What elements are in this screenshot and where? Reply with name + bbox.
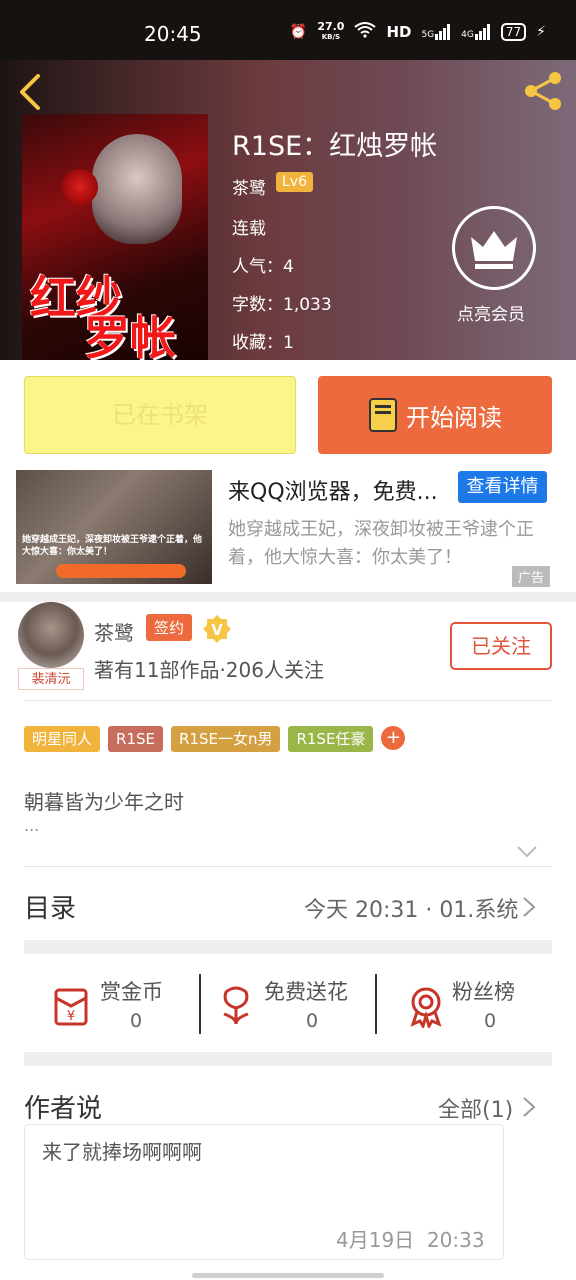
net-speed: 27.0 KB/S xyxy=(317,20,345,41)
ad-image-caption: 她穿越成王妃，深夜卸妆被王爷逮个正着，他大惊大喜：你太美了！ xyxy=(22,535,203,557)
signal-4g-icon: 4G xyxy=(461,24,491,40)
book-favorites: 收藏：1 xyxy=(232,333,294,353)
level-badge: Lv6 xyxy=(276,172,313,192)
home-indicator[interactable] xyxy=(192,1273,384,1278)
book-word-count: 字数：1,033 xyxy=(232,295,332,315)
signed-badge: 签约 xyxy=(146,614,193,641)
charging-icon: ⚡ xyxy=(536,24,546,40)
ad-title[interactable]: 来QQ浏览器，免费... xyxy=(228,474,438,506)
book-title: R1SE：红烛罗帐 xyxy=(232,131,438,162)
section-divider xyxy=(24,1052,552,1066)
book-author[interactable]: 茶鹭 xyxy=(232,174,266,199)
stat-value: 0 xyxy=(484,1010,497,1032)
section-divider xyxy=(24,940,552,954)
cover-title-2: 罗帐 xyxy=(84,311,176,360)
author-comment-text: 来了就捧场啊啊啊 xyxy=(42,1140,202,1164)
book-intro: 朝暮皆为少年之时 xyxy=(24,790,184,814)
start-reading-label: 开始阅读 xyxy=(406,403,502,432)
back-icon[interactable] xyxy=(16,72,44,116)
stat-divider xyxy=(375,974,377,1034)
alarm-icon: ⏰ xyxy=(289,24,308,40)
ad-details-button[interactable]: 查看详情 xyxy=(458,471,547,503)
chevron-right-icon[interactable] xyxy=(522,1096,536,1122)
svg-text:¥: ¥ xyxy=(67,1009,75,1024)
medal-icon xyxy=(410,987,442,1028)
svg-text:V: V xyxy=(211,621,223,639)
catalog-latest-chapter[interactable]: 今天 20:31 · 01.系统 xyxy=(304,892,518,924)
vip-button[interactable] xyxy=(452,206,536,290)
book-cover[interactable]: 红纱 罗帐 xyxy=(22,114,208,360)
author-says-title: 作者说 xyxy=(24,1094,103,1124)
status-icons: ⏰ 27.0 KB/S HD 5G 4G 77 ⚡ xyxy=(289,20,546,42)
start-reading-button[interactable]: 开始阅读 xyxy=(318,376,552,454)
stat-label: 免费送花 xyxy=(264,980,348,1004)
tag-item[interactable]: R1SE一女n男 xyxy=(170,726,281,752)
stat-divider xyxy=(199,974,201,1034)
verified-badge-icon: V xyxy=(202,614,232,644)
chevron-right-icon[interactable] xyxy=(522,896,536,922)
in-shelf-button[interactable]: 已在书架 xyxy=(24,376,296,454)
author-comment-time: 4月19日 20:33 xyxy=(336,1228,485,1252)
book-status: 连载 xyxy=(232,219,266,239)
book-popularity: 人气：4 xyxy=(232,257,294,277)
crown-icon xyxy=(471,231,517,269)
hd-indicator: HD xyxy=(386,23,412,41)
ad-label: 广告 xyxy=(512,566,551,587)
cover-portrait xyxy=(92,134,182,244)
avatar-tag: 裴清沅 xyxy=(18,668,84,690)
tag-item[interactable]: R1SE xyxy=(108,726,163,752)
stat-label: 粉丝榜 xyxy=(452,980,515,1004)
divider xyxy=(24,866,552,867)
chevron-down-icon[interactable] xyxy=(516,844,538,863)
wifi-icon xyxy=(354,22,377,42)
battery-icon: 77 xyxy=(500,23,527,41)
intro-ellipsis: ... xyxy=(24,816,40,835)
ad-image-strip xyxy=(56,564,186,578)
author-works: 著有11部作品·206人关注 xyxy=(94,658,324,682)
tag-item[interactable]: 明星同人 xyxy=(24,726,101,752)
stat-value: 0 xyxy=(130,1010,143,1032)
red-envelope-icon: ¥ xyxy=(54,988,88,1026)
status-bar: 20:45 ⏰ 27.0 KB/S HD 5G 4G 77 ⚡ xyxy=(0,0,576,60)
flower-icon xyxy=(223,986,249,1025)
tag-list: 明星同人 R1SE R1SE一女n男 R1SE任豪 + xyxy=(24,726,406,752)
signal-5g-icon: 5G xyxy=(421,24,451,40)
section-divider xyxy=(0,592,576,602)
author-name[interactable]: 茶鹭 xyxy=(94,617,134,646)
author-avatar[interactable] xyxy=(18,602,84,668)
book-icon xyxy=(369,398,397,432)
share-icon[interactable] xyxy=(522,70,564,116)
status-time: 20:45 xyxy=(144,22,202,46)
tag-item[interactable]: R1SE任豪 xyxy=(288,726,374,752)
follow-button[interactable]: 已关注 xyxy=(450,622,552,670)
ad-image[interactable]: 她穿越成王妃，深夜卸妆被王爷逮个正着，他大惊大喜：你太美了！ xyxy=(16,470,212,584)
more-tags-button[interactable]: + xyxy=(381,726,406,750)
rose-icon xyxy=(62,169,98,205)
vip-label[interactable]: 点亮会员 xyxy=(457,300,525,325)
stat-label: 赏金币 xyxy=(100,980,163,1004)
divider xyxy=(24,700,552,701)
author-says-all[interactable]: 全部(1) xyxy=(438,1092,513,1124)
ad-description[interactable]: 她穿越成王妃，深夜卸妆被王爷逮个正着，他大惊大喜：你太美了！ xyxy=(228,516,558,572)
catalog-title[interactable]: 目录 xyxy=(24,888,76,925)
stat-value: 0 xyxy=(306,1010,319,1032)
